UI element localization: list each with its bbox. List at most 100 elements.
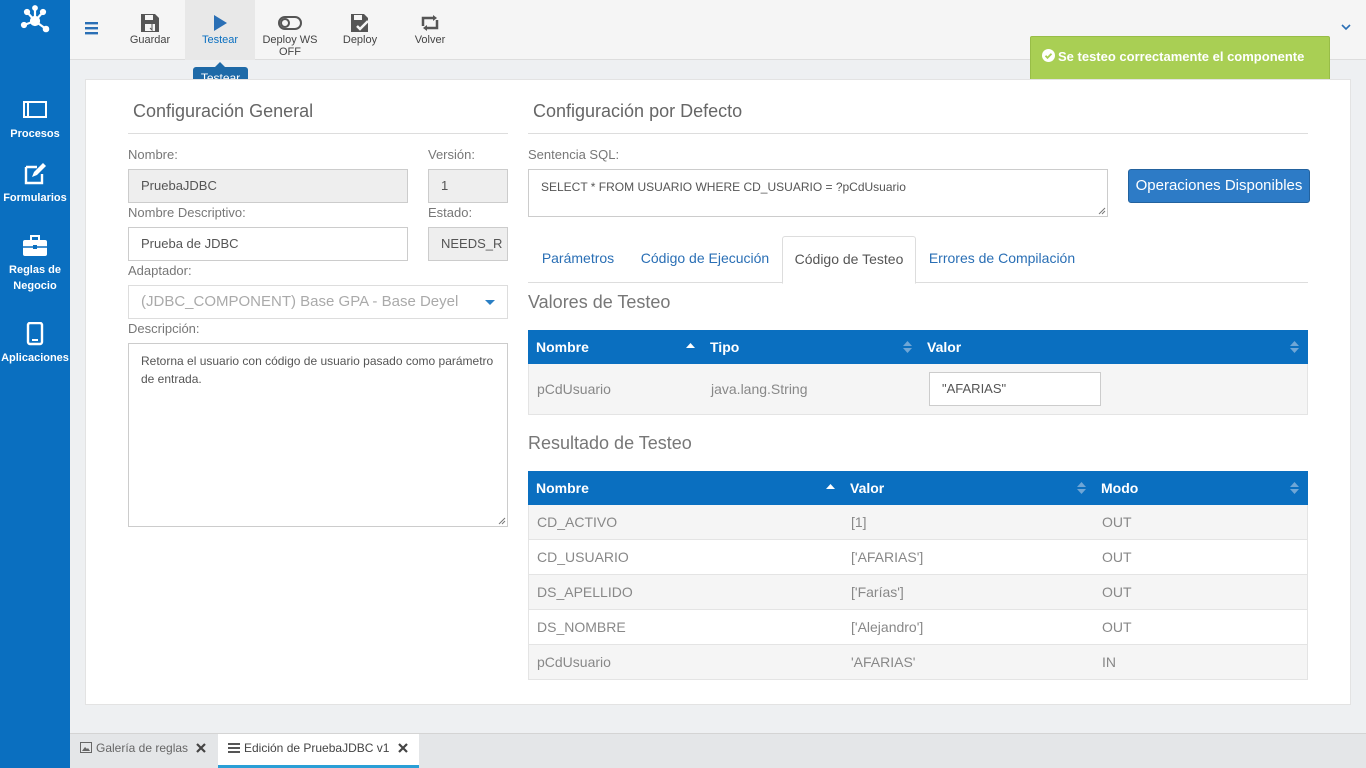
cell-tipo: java.lang.String <box>711 381 808 397</box>
hamburger-menu-icon[interactable] <box>84 20 100 36</box>
valores-title: Valores de Testeo <box>528 292 671 312</box>
sidebar-item-label: Aplicaciones <box>1 352 69 364</box>
version-label: Versión: <box>428 147 475 162</box>
nombre-field[interactable]: PruebaJDBC <box>128 169 408 203</box>
cell-valor: ['Alejandro'] <box>851 619 924 635</box>
image-icon <box>80 742 92 753</box>
tab-codigo-testeo[interactable]: Código de Testeo <box>782 236 916 284</box>
adaptador-label: Adaptador: <box>128 263 192 278</box>
play-icon <box>214 15 227 31</box>
sql-textarea[interactable]: SELECT * FROM USUARIO WHERE CD_USUARIO =… <box>528 169 1108 217</box>
estado-field[interactable]: NEEDS_R <box>428 227 508 261</box>
cell-nombre: DS_NOMBRE <box>537 619 626 635</box>
tablet-icon <box>26 322 44 346</box>
column-header-modo[interactable]: Modo <box>1093 471 1138 505</box>
table-row: CD_ACTIVO [1] OUT <box>528 505 1308 540</box>
column-header-nombre[interactable]: Nombre <box>528 330 589 364</box>
resize-handle-icon[interactable] <box>498 517 506 525</box>
valor-input[interactable]: "AFARIAS" <box>929 372 1101 406</box>
sidebar-item-label: Formularios <box>3 192 67 204</box>
sidebar-item-procesos[interactable]: Procesos <box>0 98 70 142</box>
tab-codigo-ejecucion[interactable]: Código de Ejecución <box>636 236 774 283</box>
cell-modo: OUT <box>1102 549 1132 565</box>
bottom-tab-edicion[interactable]: Edición de PruebaJDBC v1 <box>218 734 419 768</box>
estado-label: Estado: <box>428 205 473 220</box>
sort-icon[interactable] <box>1290 340 1299 354</box>
nombre-descriptivo-label: Nombre Descriptivo: <box>128 205 246 220</box>
general-divider <box>128 133 508 134</box>
operaciones-disponibles-button[interactable]: Operaciones Disponibles <box>1128 169 1310 203</box>
cell-nombre: CD_ACTIVO <box>537 514 618 530</box>
cell-modo: OUT <box>1102 584 1132 600</box>
close-icon[interactable] <box>398 743 408 753</box>
nombre-label: Nombre: <box>128 147 178 162</box>
cell-valor: ['Farías'] <box>851 584 904 600</box>
table-row: DS_NOMBRE ['Alejandro'] OUT <box>528 610 1308 645</box>
sort-icon[interactable] <box>1290 481 1299 495</box>
caret-down-icon <box>485 300 495 305</box>
edit-form-icon <box>24 163 46 185</box>
close-icon[interactable] <box>196 743 206 753</box>
adaptador-value: (JDBC_COMPONENT) Base GPA - Base Deyel <box>141 293 459 310</box>
descripcion-label: Descripción: <box>128 321 200 336</box>
column-header-valor[interactable]: Valor <box>842 471 884 505</box>
cell-nombre: pCdUsuario <box>537 381 611 397</box>
toggle-off-icon <box>278 16 302 30</box>
bottom-tab-bar: Galería de reglas Edición de PruebaJDBC … <box>70 733 1366 768</box>
cell-nombre: CD_USUARIO <box>537 549 629 565</box>
sort-icon[interactable] <box>903 340 912 354</box>
descripcion-textarea[interactable]: Retorna el usuario con código de usuario… <box>128 343 508 527</box>
sidebar-item-reglas[interactable]: Reglas de Negocio <box>0 234 70 294</box>
sort-asc-icon[interactable] <box>826 481 835 495</box>
version-field[interactable]: 1 <box>428 169 508 203</box>
column-header-valor[interactable]: Valor <box>919 330 961 364</box>
resize-handle-icon[interactable] <box>1098 207 1106 215</box>
deploy-button[interactable]: Deploy <box>325 0 395 60</box>
nombre-descriptivo-field[interactable]: Prueba de JDBC <box>128 227 408 261</box>
resultado-title: Resultado de Testeo <box>528 433 692 453</box>
defecto-divider <box>528 133 1308 134</box>
valores-table-header: Nombre Tipo Valor <box>528 330 1308 364</box>
deploy-icon <box>351 14 369 32</box>
bottom-tab-label: Galería de reglas <box>96 741 189 755</box>
list-icon <box>228 743 240 753</box>
briefcase-icon <box>23 235 47 256</box>
defecto-title: Configuración por Defecto <box>533 101 743 121</box>
deploy-ws-off-button[interactable]: Deploy WS OFF <box>255 0 325 60</box>
adaptador-select[interactable]: (JDBC_COMPONENT) Base GPA - Base Deyel <box>128 285 508 319</box>
general-title: Configuración General <box>133 101 314 121</box>
guardar-button[interactable]: Guardar <box>115 0 185 60</box>
volver-button[interactable]: Volver <box>395 0 465 60</box>
cell-modo: IN <box>1102 654 1116 670</box>
cell-valor: 'AFARIAS' <box>851 654 916 670</box>
cell-modo: OUT <box>1102 619 1132 635</box>
sql-label: Sentencia SQL: <box>528 147 620 162</box>
sidebar-item-aplicaciones[interactable]: Aplicaciones <box>0 322 70 366</box>
sort-asc-icon[interactable] <box>686 340 695 354</box>
descripcion-value: Retorna el usuario con código de usuario… <box>141 354 494 386</box>
testear-button[interactable]: Testear <box>185 0 255 60</box>
table-row: pCdUsuario 'AFARIAS' IN <box>528 645 1308 680</box>
chevron-down-icon[interactable] <box>1340 22 1352 32</box>
left-sidebar: Procesos Formularios Reglas de Negocio A… <box>0 0 70 768</box>
sort-icon[interactable] <box>1077 481 1086 495</box>
testear-label: Testear <box>201 34 239 46</box>
cell-nombre: pCdUsuario <box>537 654 611 670</box>
cell-modo: OUT <box>1102 514 1132 530</box>
table-row: pCdUsuario java.lang.String "AFARIAS" <box>528 364 1308 415</box>
sidebar-item-formularios[interactable]: Formularios <box>0 162 70 206</box>
retweet-icon <box>421 15 439 31</box>
tab-parametros[interactable]: Parámetros <box>528 236 628 283</box>
volver-label: Volver <box>414 34 446 46</box>
window-icon <box>23 101 47 118</box>
tab-errores-compilacion[interactable]: Errores de Compilación <box>924 236 1080 283</box>
deploy-ws-off-label: Deploy WS OFF <box>262 34 318 58</box>
column-header-tipo[interactable]: Tipo <box>702 330 739 364</box>
resultado-table-header: Nombre Valor Modo <box>528 471 1308 505</box>
bottom-tab-galeria[interactable]: Galería de reglas <box>70 734 218 768</box>
save-icon <box>141 14 159 32</box>
logo-icon[interactable] <box>18 4 52 38</box>
column-header-nombre[interactable]: Nombre <box>528 471 589 505</box>
table-row: CD_USUARIO ['AFARIAS'] OUT <box>528 540 1308 575</box>
cell-valor: ['AFARIAS'] <box>851 549 924 565</box>
